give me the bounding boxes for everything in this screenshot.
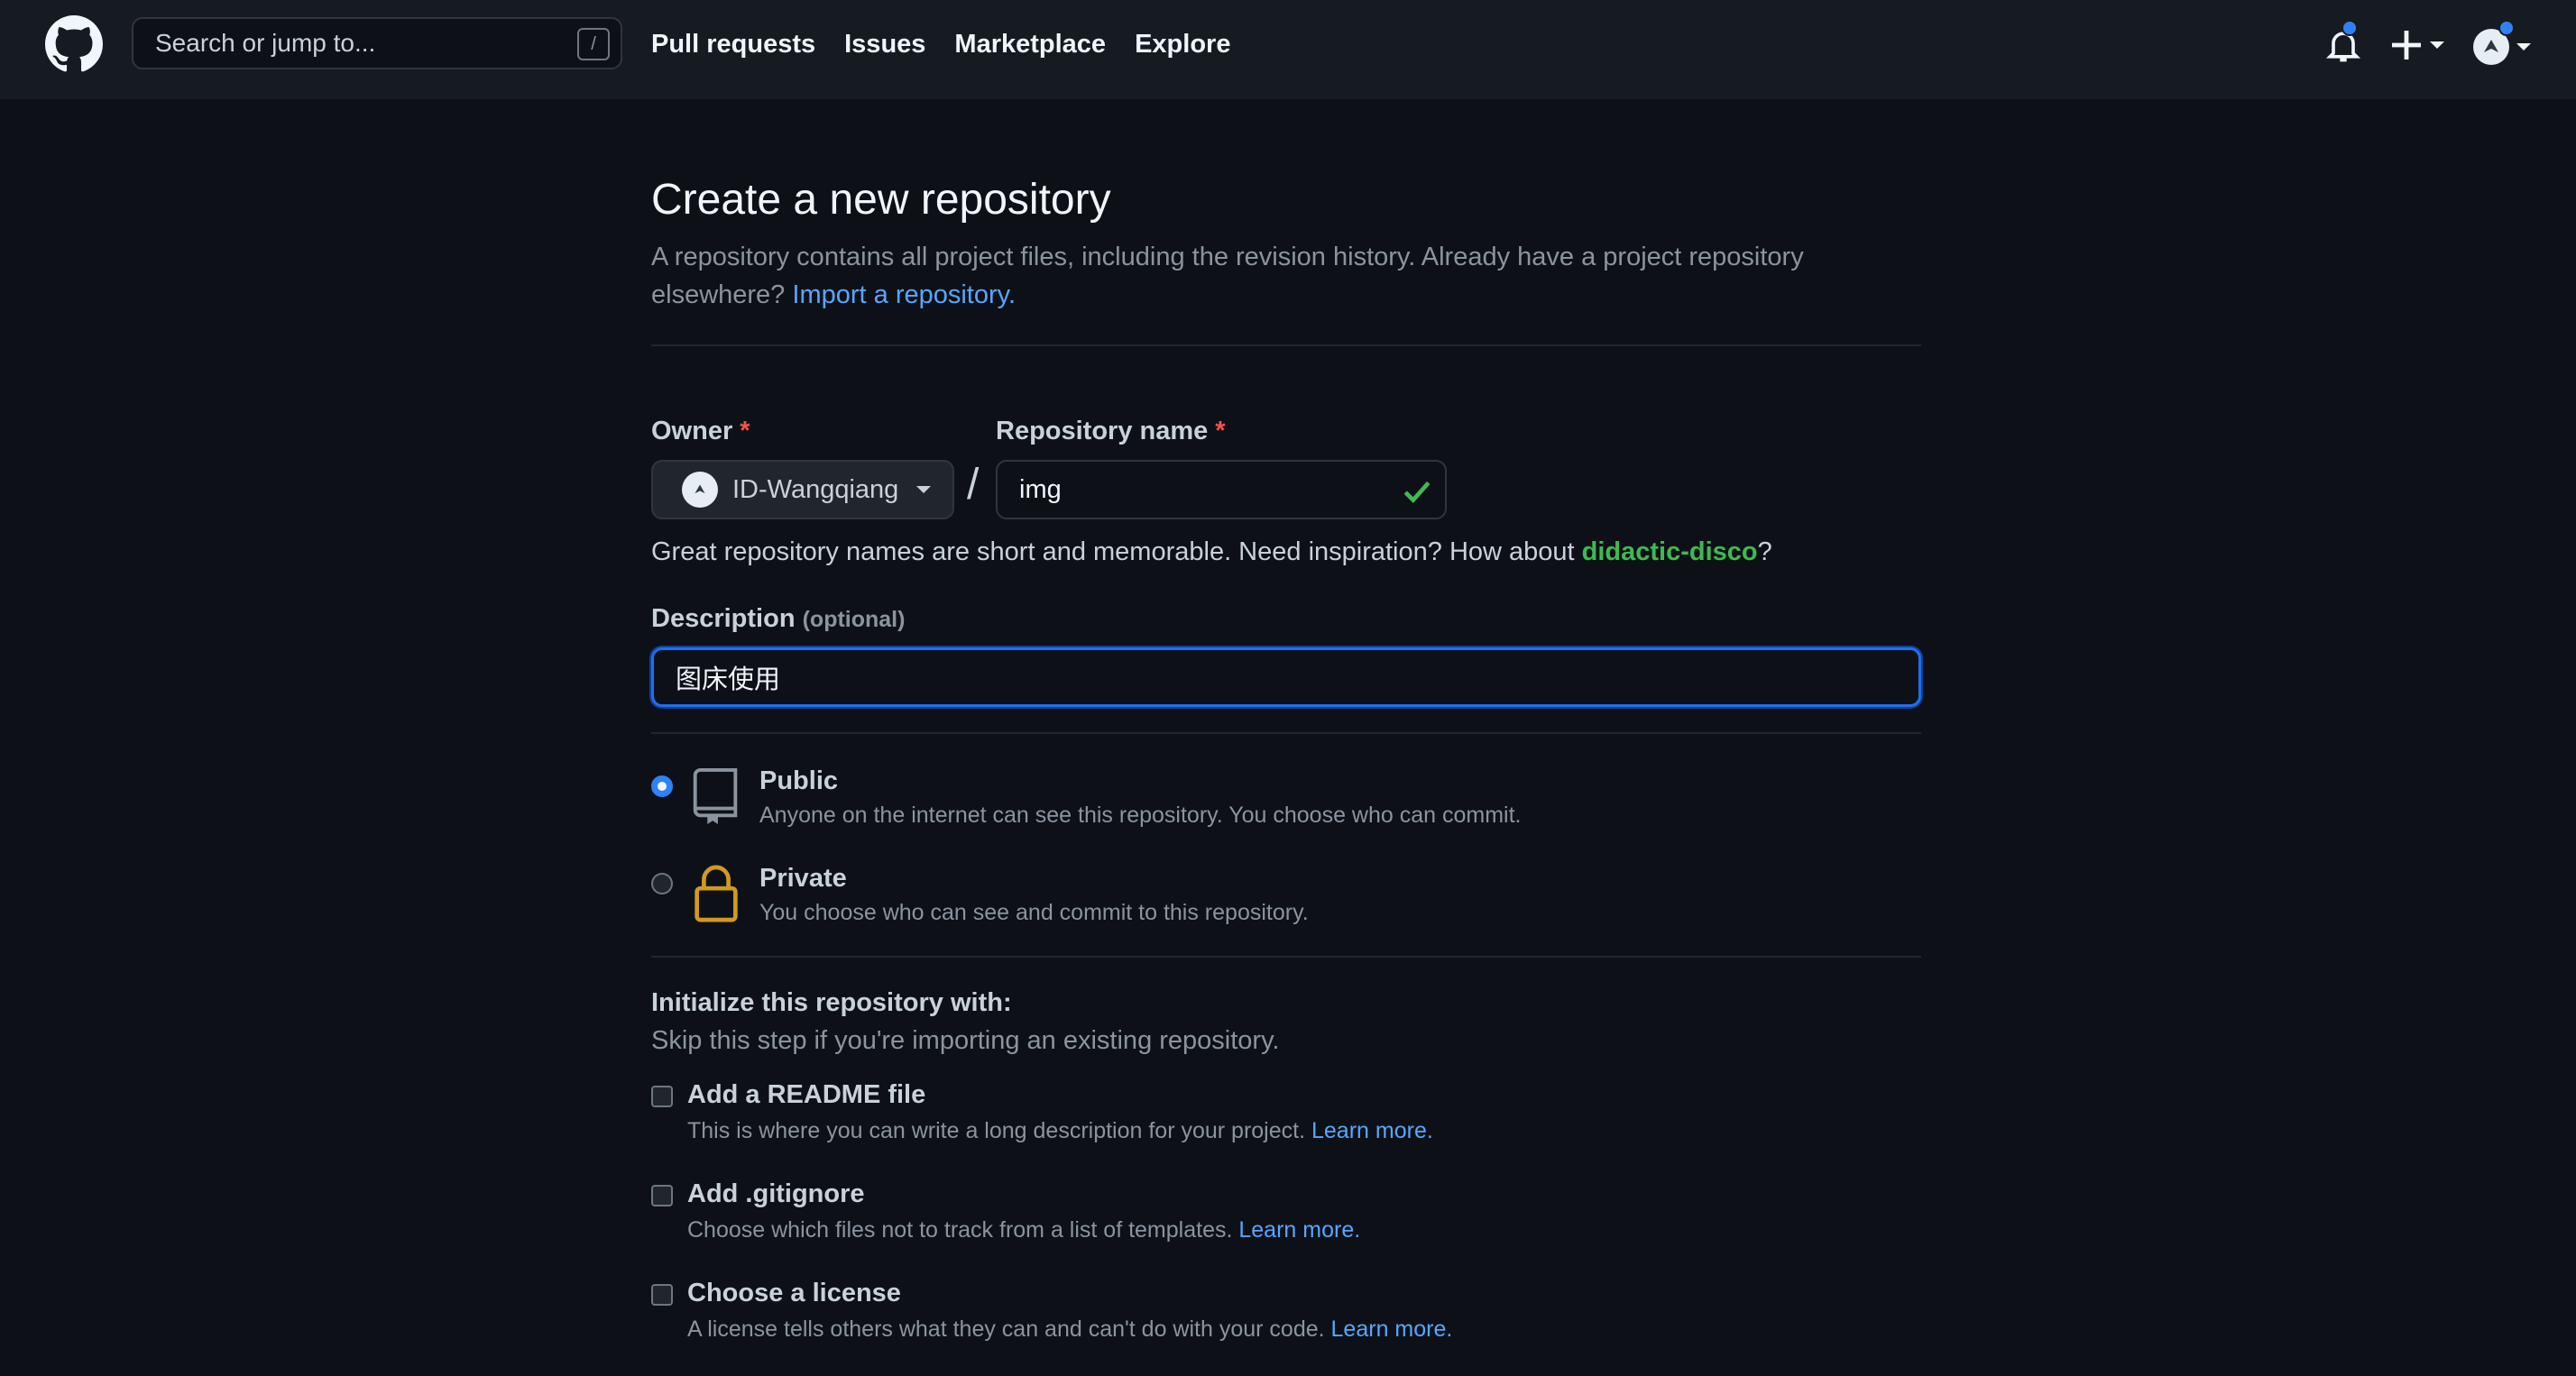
github-mark-icon[interactable]	[45, 15, 103, 73]
chevron-down-icon	[916, 486, 932, 493]
repository-name-input[interactable]: img	[996, 460, 1447, 519]
license-learn-more-link[interactable]: Learn more.	[1331, 1316, 1453, 1342]
description-label-text: Description	[651, 604, 796, 633]
license-description-text: A license tells others what they can and…	[687, 1316, 1325, 1342]
notification-indicator	[2341, 20, 2358, 36]
nav-issues[interactable]: Issues	[844, 30, 925, 60]
divider	[651, 732, 1921, 734]
private-title: Private	[759, 864, 847, 893]
divider	[651, 956, 1921, 958]
owner-dropdown[interactable]: ID-Wangqiang	[651, 460, 954, 519]
suggested-name-link[interactable]: didactic-disco	[1582, 537, 1758, 566]
keyboard-shortcut-badge: /	[577, 28, 610, 60]
lock-icon	[695, 865, 738, 922]
gitignore-description-text: Choose which files not to track from a l…	[687, 1217, 1233, 1243]
check-icon	[1403, 481, 1431, 503]
owner-value: ID-Wangqiang	[732, 474, 899, 504]
required-mark: *	[740, 417, 750, 445]
license-description: A license tells others what they can and…	[687, 1316, 1452, 1343]
primary-nav: Pull requests Issues Marketplace Explore	[651, 0, 1230, 88]
gitignore-description: Choose which files not to track from a l…	[687, 1217, 1360, 1243]
hint-text: Great repository names are short and mem…	[651, 537, 1575, 566]
page-title: Create a new repository	[651, 176, 1111, 224]
repo-name-label: Repository name *	[996, 417, 1226, 446]
readme-description: This is where you can write a long descr…	[687, 1118, 1433, 1144]
public-title: Public	[759, 766, 839, 795]
license-title: Choose a license	[687, 1279, 901, 1307]
owner-avatar	[682, 472, 718, 508]
license-checkbox[interactable]	[651, 1284, 673, 1306]
repo-name-label-text: Repository name	[996, 417, 1209, 445]
repository-name-value: img	[1019, 474, 1062, 504]
plus-icon[interactable]	[2390, 25, 2448, 65]
nav-pull-requests[interactable]: Pull requests	[651, 30, 815, 60]
private-radio[interactable]	[651, 873, 673, 894]
owner-repo-separator: /	[967, 461, 980, 509]
readme-checkbox[interactable]	[651, 1086, 673, 1107]
private-description: You choose who can see and commit to thi…	[759, 900, 1309, 925]
hint-suffix: ?	[1757, 537, 1772, 566]
search-input[interactable]: Search or jump to... /	[132, 17, 622, 69]
avatar-status-indicator	[2498, 20, 2515, 36]
initialize-subtitle: Skip this step if you're importing an ex…	[651, 1026, 1280, 1055]
nav-marketplace[interactable]: Marketplace	[954, 30, 1106, 60]
optional-note: (optional)	[802, 607, 906, 632]
name-suggestion-hint: Great repository names are short and mem…	[651, 537, 1772, 567]
gitignore-learn-more-link[interactable]: Learn more.	[1238, 1217, 1360, 1243]
readme-description-text: This is where you can write a long descr…	[687, 1118, 1306, 1143]
readme-learn-more-link[interactable]: Learn more.	[1311, 1118, 1433, 1143]
initialize-title: Initialize this repository with:	[651, 988, 1012, 1017]
search-placeholder: Search or jump to...	[155, 29, 376, 57]
divider	[651, 344, 1921, 346]
repo-icon	[693, 767, 738, 825]
required-mark: *	[1215, 417, 1226, 445]
import-repository-link[interactable]: Import a repository.	[792, 280, 1016, 309]
gitignore-title: Add .gitignore	[687, 1179, 865, 1208]
description-value: 图床使用	[676, 665, 781, 694]
top-header: Search or jump to... / Pull requests Iss…	[0, 0, 2576, 99]
page-subtitle: A repository contains all project files,…	[651, 238, 1914, 314]
gitignore-checkbox[interactable]	[651, 1185, 673, 1206]
description-label: Description (optional)	[651, 604, 905, 634]
owner-label-text: Owner	[651, 417, 733, 445]
readme-title: Add a README file	[687, 1080, 926, 1109]
public-description: Anyone on the internet can see this repo…	[759, 803, 1522, 828]
public-radio[interactable]	[651, 775, 673, 797]
nav-explore[interactable]: Explore	[1135, 30, 1230, 60]
avatar-icon	[695, 484, 705, 494]
description-input[interactable]: 图床使用	[651, 647, 1921, 707]
owner-label: Owner *	[651, 417, 750, 446]
